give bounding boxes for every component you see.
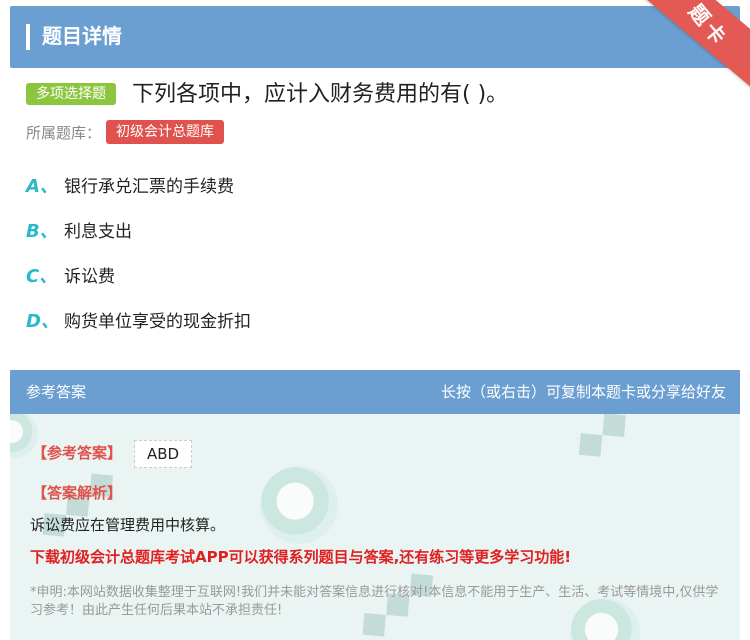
option-text: 利息支出 — [64, 222, 132, 242]
question-row: 多项选择题 下列各项中，应计入财务费用的有( )。 — [26, 80, 726, 110]
answer-header-title: 参考答案 — [26, 383, 87, 401]
option-letter: A、 — [26, 176, 58, 197]
watermark-logo-icon — [260, 466, 338, 544]
disclaimer: *申明:本网站数据收集整理于互联网!我们并未能对答案信息进行核对!本信息不能用于… — [30, 585, 719, 618]
app-promo-link[interactable]: 下载初级会计总题库考试APP可以获得系列题目与答案,还有练习等更多学习功能! — [30, 546, 571, 568]
bank-label: 所属题库： — [26, 124, 102, 142]
ref-answer-label: 【参考答案】 — [32, 444, 123, 462]
header-accent-bar — [26, 24, 30, 50]
option-d[interactable]: D、 购货单位享受的现金折扣 — [26, 307, 726, 352]
share-hint: 长按（或右击）可复制本题卡或分享给好友 — [440, 383, 726, 401]
bank-tag-link[interactable]: 初级会计总题库 — [106, 120, 224, 144]
option-letter: B、 — [26, 221, 58, 242]
option-c[interactable]: C、 诉讼费 — [26, 262, 726, 307]
answer-header: 参考答案 长按（或右击）可复制本题卡或分享给好友 — [10, 370, 740, 414]
option-b[interactable]: B、 利息支出 — [26, 217, 726, 262]
option-letter: C、 — [26, 266, 58, 287]
option-a[interactable]: A、 银行承兑汇票的手续费 — [26, 172, 726, 217]
page-title: 题目详情 — [42, 24, 122, 48]
option-text: 诉讼费 — [64, 267, 115, 287]
option-text: 购货单位享受的现金折扣 — [64, 312, 251, 332]
option-letter: D、 — [26, 311, 59, 332]
analysis-label: 【答案解析】 — [32, 484, 123, 502]
question-type-badge: 多项选择题 — [26, 83, 116, 105]
option-list: A、 银行承兑汇票的手续费 B、 利息支出 C、 诉讼费 D、 购货单位享受的现… — [26, 172, 726, 352]
option-text: 银行承兑汇票的手续费 — [64, 177, 234, 197]
ref-answer-value: ABD — [134, 440, 193, 468]
answer-panel: ◆◆◆ ◆◆◆ ◆◆ 参考答案 长按（或右击）可复制本题卡或分享给好友 【参考答… — [10, 370, 740, 640]
header-bar: 题目详情 — [10, 6, 740, 68]
analysis-text: 诉讼费应在管理费用中核算。 — [30, 516, 226, 534]
question-text: 下列各项中，应计入财务费用的有( )。 — [132, 82, 509, 107]
